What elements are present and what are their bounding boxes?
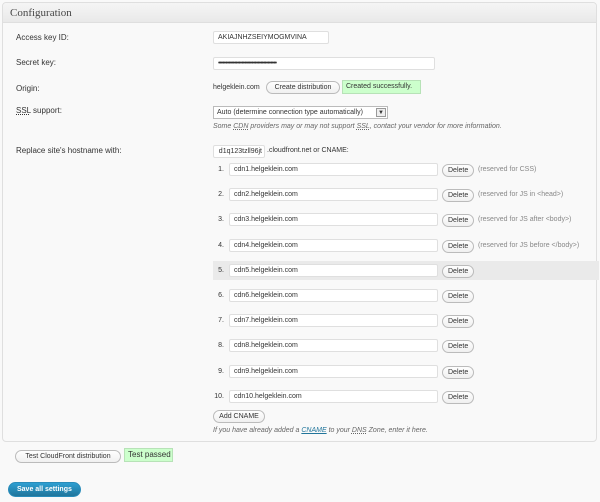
cname-row-number: 9. bbox=[218, 368, 224, 375]
delete-cname-button[interactable]: Delete bbox=[442, 189, 474, 202]
access-key-label: Access key ID: bbox=[16, 33, 69, 42]
origin-status-badge: Created successfully. bbox=[342, 80, 421, 94]
ssl-abbr: SSL bbox=[16, 106, 31, 115]
cname-input[interactable]: cdn3.helgeklein.com bbox=[229, 213, 438, 226]
cname-input[interactable]: cdn4.helgeklein.com bbox=[229, 239, 438, 252]
ssl-support-label: SSL support: bbox=[16, 106, 62, 115]
delete-cname-button[interactable]: Delete bbox=[442, 315, 474, 328]
hostname-suffix: .cloudfront.net or CNAME: bbox=[267, 147, 349, 154]
ssl-select[interactable]: Auto (determine connection type automati… bbox=[213, 106, 388, 119]
cname-row-number: 2. bbox=[218, 191, 224, 198]
cname-input[interactable]: cdn2.helgeklein.com bbox=[229, 188, 438, 201]
secret-key-label: Secret key: bbox=[16, 58, 57, 67]
cname-input[interactable]: cdn7.helgeklein.com bbox=[229, 314, 438, 327]
delete-cname-button[interactable]: Delete bbox=[442, 391, 474, 404]
cname-row-number: 1. bbox=[218, 166, 224, 173]
cname-input[interactable]: cdn6.helgeklein.com bbox=[229, 289, 438, 302]
test-distribution-button[interactable]: Test CloudFront distribution bbox=[15, 450, 121, 463]
cname-row-number: 3. bbox=[218, 216, 224, 223]
cname-reserved-note: (reserved for JS after <body>) bbox=[478, 216, 572, 223]
cname-row-number: 6. bbox=[218, 292, 224, 299]
cname-input[interactable]: cdn10.helgeklein.com bbox=[229, 390, 438, 403]
cname-input[interactable]: cdn9.helgeklein.com bbox=[229, 365, 438, 378]
origin-label: Origin: bbox=[16, 84, 40, 93]
chevron-down-icon[interactable]: ▼ bbox=[376, 108, 386, 117]
cname-row-number: 5. bbox=[218, 267, 224, 274]
cname-input[interactable]: cdn5.helgeklein.com bbox=[229, 264, 438, 277]
ssl-hint: Some CDN providers may or may not suppor… bbox=[213, 123, 502, 130]
hostname-input[interactable]: d1q123tzll96jt bbox=[213, 145, 265, 158]
create-distribution-button[interactable]: Create distribution bbox=[266, 81, 340, 94]
save-all-settings-button[interactable]: Save all settings bbox=[8, 482, 81, 497]
cname-row-number: 4. bbox=[218, 242, 224, 249]
origin-host: helgeklein.com bbox=[213, 84, 260, 91]
test-status-badge: Test passed bbox=[124, 448, 173, 462]
delete-cname-button[interactable]: Delete bbox=[442, 164, 474, 177]
ssl-label-text: support: bbox=[30, 106, 62, 115]
access-key-input[interactable]: AKIAJNHZSEIYMOGMVINA bbox=[213, 31, 329, 44]
cname-reserved-note: (reserved for JS before </body>) bbox=[478, 242, 580, 249]
delete-cname-button[interactable]: Delete bbox=[442, 265, 474, 278]
delete-cname-button[interactable]: Delete bbox=[442, 240, 474, 253]
cname-reserved-note: (reserved for JS in <head>) bbox=[478, 191, 564, 198]
replace-hostname-label: Replace site's hostname with: bbox=[16, 146, 122, 155]
delete-cname-button[interactable]: Delete bbox=[442, 290, 474, 303]
secret-key-input[interactable]: •••••••••••••••••••••••••••••••••••••••• bbox=[213, 57, 435, 70]
cname-link[interactable]: CNAME bbox=[301, 427, 326, 434]
cname-input[interactable]: cdn1.helgeklein.com bbox=[229, 163, 438, 176]
cname-row-number: 8. bbox=[218, 342, 224, 349]
ssl-select-value: Auto (determine connection type automati… bbox=[217, 109, 363, 116]
add-cname-button[interactable]: Add CNAME bbox=[213, 410, 265, 423]
cname-row-number: 7. bbox=[218, 317, 224, 324]
delete-cname-button[interactable]: Delete bbox=[442, 366, 474, 379]
cname-reserved-note: (reserved for CSS) bbox=[478, 166, 537, 173]
delete-cname-button[interactable]: Delete bbox=[442, 340, 474, 353]
delete-cname-button[interactable]: Delete bbox=[442, 214, 474, 227]
cname-row-number: 10. bbox=[214, 393, 224, 400]
panel-title: Configuration bbox=[3, 3, 596, 23]
cname-hint: If you have already added a CNAME to you… bbox=[213, 427, 428, 434]
cname-input[interactable]: cdn8.helgeklein.com bbox=[229, 339, 438, 352]
